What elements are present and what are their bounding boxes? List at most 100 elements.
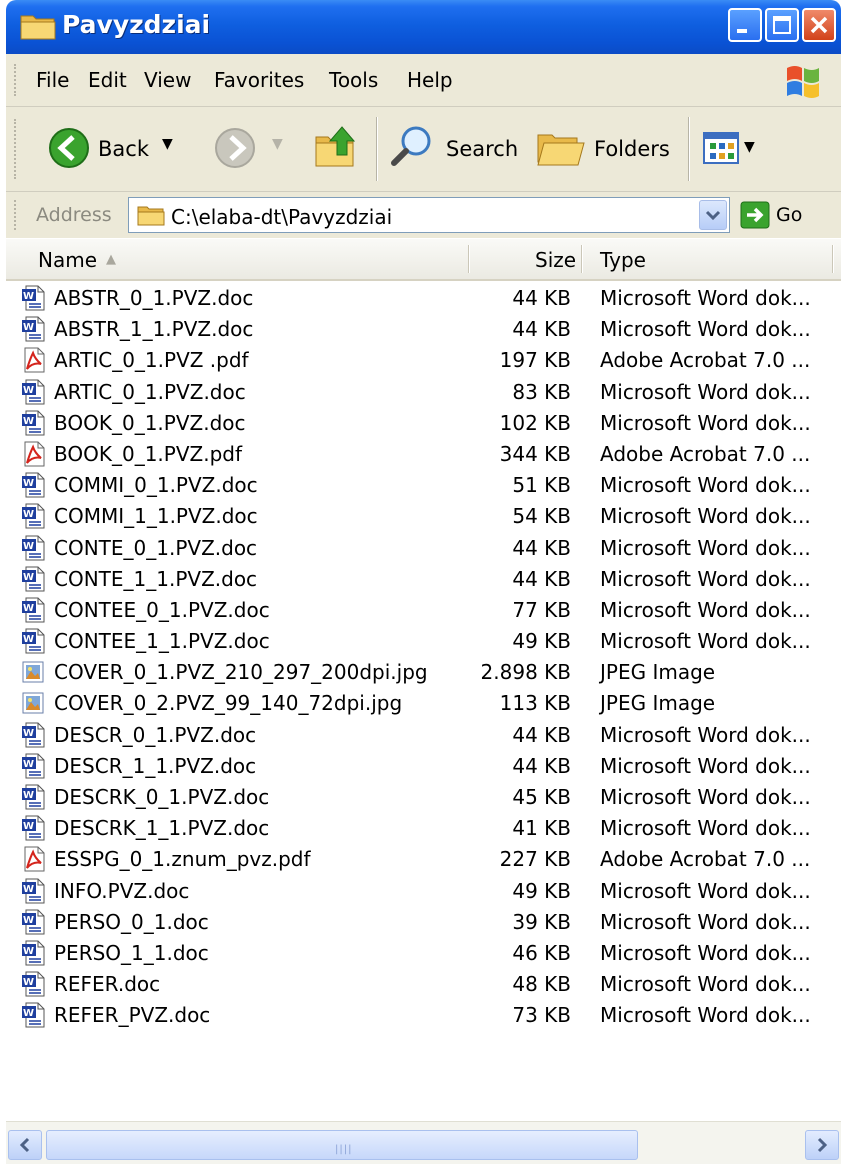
file-name: COVER_0_1.PVZ_210_297_200dpi.jpg	[54, 660, 428, 685]
maximize-button[interactable]	[765, 8, 799, 42]
maximize-icon	[773, 16, 791, 34]
file-row[interactable]: W ARTIC_0_1.PVZ.doc 83 KB Microsoft Word do…	[6, 376, 841, 407]
file-row[interactable]: W CONTE_1_1.PVZ.doc 44 KB Microsoft Word do…	[6, 563, 841, 594]
file-size: 113 KB	[499, 691, 571, 716]
menu-view[interactable]: View	[144, 68, 191, 92]
folders-label: Folders	[594, 137, 670, 161]
word-doc-icon: W	[21, 628, 45, 654]
file-row[interactable]: W DESCR_1_1.PVZ.doc 44 KB Microsoft Word do…	[6, 750, 841, 781]
file-row[interactable]: W REFER.doc 48 KB Microsoft Word dok...	[6, 968, 841, 999]
file-name: ABSTR_1_1.PVZ.doc	[54, 317, 254, 342]
file-name: DESCRK_1_1.PVZ.doc	[54, 816, 270, 841]
word-doc-icon: W	[21, 784, 45, 810]
file-size: 44 KB	[512, 753, 571, 778]
file-row[interactable]: W BOOK_0_1.PVZ.doc 102 KB Microsoft Word do…	[6, 407, 841, 438]
menu-favorites[interactable]: Favorites	[214, 68, 304, 92]
up-folder-button[interactable]	[314, 123, 362, 173]
back-dropdown-icon[interactable]: ▼	[162, 136, 173, 152]
file-row[interactable]: W COMMI_0_1.PVZ.doc 51 KB Microsoft Word do…	[6, 469, 841, 500]
file-row[interactable]: W CONTE_0_1.PVZ.doc 44 KB Microsoft Word do…	[6, 532, 841, 563]
views-button[interactable]: ▼	[702, 129, 768, 169]
file-type: Adobe Acrobat 7.0 ...	[600, 847, 811, 872]
file-name: INFO.PVZ.doc	[54, 878, 190, 903]
file-name: CONTE_1_1.PVZ.doc	[54, 566, 258, 591]
menu-help[interactable]: Help	[407, 68, 453, 92]
file-size: 83 KB	[512, 379, 571, 404]
file-size: 51 KB	[512, 473, 571, 498]
column-divider[interactable]	[581, 245, 583, 273]
word-doc-icon: W	[21, 909, 45, 935]
file-row[interactable]: ARTIC_0_1.PVZ .pdf 197 KB Adobe Acrobat 7.…	[6, 344, 841, 375]
back-button[interactable]: Back ▼	[48, 127, 198, 171]
word-doc-icon: W	[21, 940, 45, 966]
file-size: 48 KB	[512, 972, 571, 997]
file-name: REFER_PVZ.doc	[54, 1003, 211, 1028]
file-name: COMMI_0_1.PVZ.doc	[54, 473, 258, 498]
svg-text:W: W	[23, 572, 34, 583]
svg-text:W: W	[23, 541, 34, 552]
address-input[interactable]: C:\elaba-dt\Pavyzdziai	[128, 197, 730, 233]
minimize-button[interactable]	[728, 8, 762, 42]
address-dropdown-button[interactable]	[699, 200, 727, 230]
file-row[interactable]: W CONTEE_0_1.PVZ.doc 77 KB Microsoft Word d…	[6, 594, 841, 625]
close-button[interactable]	[802, 8, 836, 42]
address-path: C:\elaba-dt\Pavyzdziai	[171, 205, 393, 229]
file-row[interactable]: W INFO.PVZ.doc 49 KB Microsoft Word dok...	[6, 875, 841, 906]
file-row[interactable]: W DESCR_0_1.PVZ.doc 44 KB Microsoft Word do…	[6, 719, 841, 750]
svg-text:W: W	[23, 1008, 34, 1019]
file-type: Microsoft Word dok...	[600, 909, 811, 934]
horizontal-scrollbar[interactable]: ||||	[6, 1121, 841, 1164]
close-icon	[810, 16, 828, 34]
go-button[interactable]: Go	[776, 204, 802, 226]
file-row[interactable]: COVER_0_1.PVZ_210_297_200dpi.jpg 2.898 KB…	[6, 656, 841, 687]
column-header-name[interactable]: Name	[38, 248, 97, 272]
scroll-grip-icon: ||||	[335, 1144, 353, 1155]
file-size: 41 KB	[512, 816, 571, 841]
file-row[interactable]: W PERSO_1_1.doc 46 KB Microsoft Word dok...	[6, 937, 841, 968]
file-row[interactable]: W DESCRK_1_1.PVZ.doc 41 KB Microsoft Word d…	[6, 812, 841, 843]
column-divider[interactable]	[468, 245, 470, 273]
file-type: Microsoft Word dok...	[600, 410, 811, 435]
file-size: 45 KB	[512, 785, 571, 809]
title-bar[interactable]: Pavyzdziai	[6, 0, 841, 54]
chevron-down-icon	[705, 210, 721, 221]
file-row[interactable]: W DESCRK_0_1.PVZ.doc 45 KB Microsoft Word d…	[6, 781, 841, 812]
up-folder-icon	[315, 126, 356, 167]
file-row[interactable]: W COMMI_1_1.PVZ.doc 54 KB Microsoft Word do…	[6, 500, 841, 531]
search-button[interactable]: Search	[390, 123, 520, 173]
column-divider[interactable]	[832, 245, 834, 273]
file-row[interactable]: ESSPG_0_1.znum_pvz.pdf 227 KB Adobe Acroba…	[6, 843, 841, 874]
scroll-right-button[interactable]	[805, 1130, 839, 1160]
word-doc-icon: W	[21, 566, 45, 592]
folders-button[interactable]: Folders	[536, 123, 676, 173]
file-row[interactable]: W ABSTR_0_1.PVZ.doc 44 KB Microsoft Word do…	[6, 282, 841, 313]
file-type: Microsoft Word dok...	[600, 785, 811, 809]
pdf-icon	[21, 441, 45, 467]
file-row[interactable]: COVER_0_2.PVZ_99_140_72dpi.jpg 113 KB JPEG…	[6, 687, 841, 718]
scroll-left-button[interactable]	[8, 1130, 42, 1160]
word-doc-icon: W	[21, 535, 45, 561]
file-row[interactable]: W CONTEE_1_1.PVZ.doc 49 KB Microsoft Word d…	[6, 625, 841, 656]
file-name: DESCR_1_1.PVZ.doc	[54, 753, 257, 778]
file-type: Microsoft Word dok...	[600, 629, 811, 654]
scroll-thumb[interactable]: ||||	[46, 1130, 638, 1160]
menu-file[interactable]: File	[36, 68, 69, 92]
file-row[interactable]: BOOK_0_1.PVZ.pdf 344 KB Adobe Acrobat 7.0 …	[6, 438, 841, 469]
menu-tools[interactable]: Tools	[329, 68, 378, 92]
column-header-type[interactable]: Type	[600, 248, 646, 272]
svg-text:W: W	[23, 385, 34, 396]
forward-button[interactable]: ▼	[214, 127, 294, 171]
file-row[interactable]: W PERSO_0_1.doc 39 KB Microsoft Word dok...	[6, 906, 841, 937]
file-row[interactable]: W ABSTR_1_1.PVZ.doc 44 KB Microsoft Word do…	[6, 313, 841, 344]
file-row[interactable]: W REFER_PVZ.doc 73 KB Microsoft Word dok...	[6, 999, 841, 1030]
column-header-size[interactable]: Size	[535, 248, 576, 272]
chevron-right-icon	[817, 1137, 828, 1153]
svg-text:W: W	[23, 291, 34, 302]
windows-logo-icon	[787, 66, 819, 98]
minimize-icon	[737, 29, 747, 33]
views-dropdown-icon: ▼	[744, 139, 755, 155]
file-type: Microsoft Word dok...	[600, 753, 811, 778]
go-arrow-icon[interactable]	[740, 201, 770, 229]
file-name: DESCRK_0_1.PVZ.doc	[54, 785, 270, 809]
menu-edit[interactable]: Edit	[88, 68, 127, 92]
